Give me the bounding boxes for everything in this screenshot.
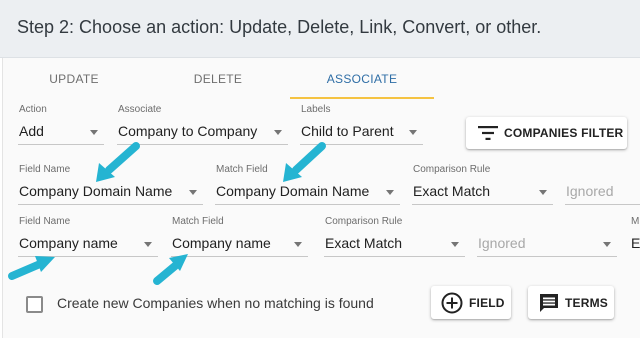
match-field-select-1[interactable]: Company Domain Name bbox=[215, 181, 400, 205]
match-field-label-1: Match Field bbox=[216, 164, 268, 175]
chevron-down-icon bbox=[144, 242, 152, 247]
cut-off-select[interactable]: Er bbox=[630, 233, 640, 257]
action-label: Action bbox=[19, 104, 47, 115]
labels-value: Child to Parent bbox=[301, 123, 394, 139]
ignored-select-2[interactable]: Ignored bbox=[477, 233, 617, 257]
action-select[interactable]: Add bbox=[18, 121, 104, 145]
chevron-down-icon bbox=[451, 242, 459, 247]
chevron-down-icon bbox=[603, 242, 611, 247]
chevron-down-icon bbox=[189, 190, 197, 195]
labels-select[interactable]: Child to Parent bbox=[300, 121, 423, 145]
field-name-select-2[interactable]: Company name bbox=[18, 233, 158, 257]
terms-button[interactable]: TERMS bbox=[528, 286, 614, 319]
labels-label: Labels bbox=[301, 104, 331, 115]
chevron-down-icon bbox=[409, 130, 417, 135]
step-title: Step 2: Choose an action: Update, Delete… bbox=[17, 17, 542, 37]
comparison-rule-select-1[interactable]: Exact Match bbox=[412, 181, 553, 205]
cut-off-value: Er bbox=[631, 235, 640, 251]
field-name-value-2: Company name bbox=[19, 235, 118, 251]
comment-icon bbox=[540, 294, 558, 312]
match-field-label-2: Match Field bbox=[172, 216, 224, 227]
comparison-rule-label-1: Comparison Rule bbox=[413, 164, 491, 175]
chevron-down-icon bbox=[386, 190, 394, 195]
field-name-value-1: Company Domain Name bbox=[19, 183, 173, 199]
associate-select[interactable]: Company to Company bbox=[117, 121, 288, 145]
comparison-rule-value-1: Exact Match bbox=[413, 183, 491, 199]
companies-filter-label: COMPANIES FILTER bbox=[504, 126, 624, 140]
field-name-label-1: Field Name bbox=[19, 164, 71, 175]
associate-value: Company to Company bbox=[118, 123, 258, 139]
cut-off-label: M bbox=[631, 216, 640, 227]
ignored-select-1[interactable]: Ignored bbox=[565, 181, 640, 205]
comparison-rule-select-2[interactable]: Exact Match bbox=[324, 233, 465, 257]
match-field-select-2[interactable]: Company name bbox=[171, 233, 308, 257]
tab-delete[interactable]: DELETE bbox=[166, 70, 270, 100]
comparison-rule-label-2: Comparison Rule bbox=[325, 216, 403, 227]
add-field-button[interactable]: FIELD bbox=[431, 286, 511, 319]
add-field-label: FIELD bbox=[469, 295, 505, 310]
create-new-checkbox[interactable] bbox=[26, 296, 43, 313]
associate-label: Associate bbox=[118, 104, 162, 115]
chevron-down-icon bbox=[294, 242, 302, 247]
terms-label: TERMS bbox=[565, 295, 608, 310]
chevron-down-icon bbox=[274, 130, 282, 135]
filter-icon bbox=[478, 126, 498, 140]
ignored-placeholder-2: Ignored bbox=[478, 235, 526, 251]
field-name-select-1[interactable]: Company Domain Name bbox=[18, 181, 203, 205]
create-new-checkbox-label: Create new Companies when no matching is… bbox=[57, 295, 374, 311]
comparison-rule-value-2: Exact Match bbox=[325, 235, 403, 251]
match-field-value-2: Company name bbox=[172, 235, 271, 251]
tab-associate[interactable]: ASSOCIATE bbox=[290, 70, 434, 100]
companies-filter-button[interactable]: COMPANIES FILTER bbox=[466, 117, 627, 149]
ignored-placeholder-1: Ignored bbox=[566, 183, 614, 199]
step-header: Step 2: Choose an action: Update, Delete… bbox=[0, 0, 640, 58]
chevron-down-icon bbox=[539, 190, 547, 195]
field-name-label-2: Field Name bbox=[19, 216, 71, 227]
active-tab-indicator bbox=[290, 97, 434, 99]
match-field-value-1: Company Domain Name bbox=[216, 183, 370, 199]
chevron-down-icon bbox=[90, 130, 98, 135]
add-circle-icon bbox=[441, 292, 463, 314]
tab-update[interactable]: UPDATE bbox=[20, 70, 128, 100]
action-value: Add bbox=[19, 123, 44, 139]
